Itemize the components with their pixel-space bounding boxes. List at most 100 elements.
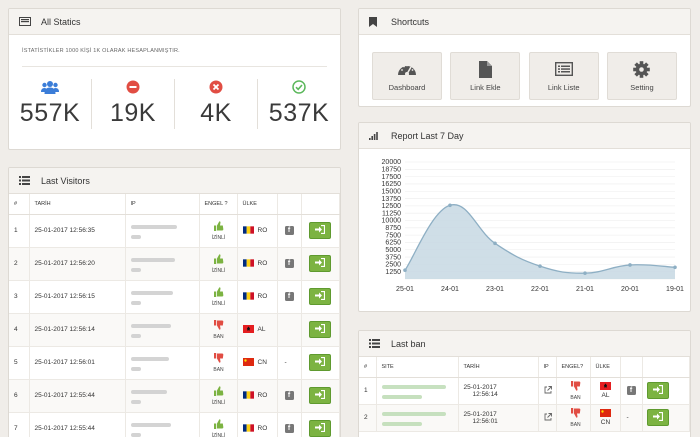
blurred-ip-secondary (130, 234, 141, 239)
status-label: İZİNLİ (211, 399, 226, 406)
country-code: AL (257, 326, 266, 333)
login-action-button[interactable] (308, 222, 331, 239)
col-block: ENGEL ? (199, 194, 238, 215)
visitor-number: 3 (9, 280, 30, 314)
login-action-button[interactable] (308, 288, 331, 305)
ban-site[interactable] (376, 377, 459, 405)
ban-action (642, 404, 690, 432)
visitor-row: 5 25-01-2017 12:56:01 BAN CN - (9, 346, 340, 380)
data-point[interactable] (538, 264, 542, 268)
visitor-country: CN (237, 346, 278, 380)
data-point[interactable] (403, 268, 407, 273)
visitor-block-status: BAN (199, 313, 238, 347)
blurred-ip (130, 224, 177, 229)
visitor-ip (125, 379, 200, 413)
ban-site[interactable] (376, 404, 459, 432)
thumbs-up-icon (213, 220, 224, 233)
y-tick-label: 1250 (385, 269, 401, 276)
setting-button[interactable]: Setting (606, 52, 677, 100)
visitor-row: 2 25-01-2017 12:56:20 İZİNLİ RO f (9, 247, 340, 281)
login-action-button[interactable] (646, 409, 669, 426)
thumbs-down-icon (213, 319, 224, 332)
facebook-icon[interactable]: f (284, 259, 294, 268)
visitor-row: 1 25-01-2017 12:56:35 İZİNLİ RO f (9, 214, 340, 248)
status-label: İZİNLİ (211, 234, 226, 241)
y-tick-label: 20000 (382, 159, 402, 166)
login-action-button[interactable] (308, 255, 331, 272)
facebook-icon[interactable]: f (626, 386, 636, 395)
country-code: RO (257, 260, 268, 267)
blurred-site-link[interactable] (381, 411, 446, 416)
shortcuts-header: Shortcuts (359, 9, 690, 35)
ban-col-action (642, 357, 690, 378)
visitor-date: 25-01-2017 12:56:01 (29, 346, 126, 380)
data-point[interactable] (448, 203, 452, 208)
thumbs-up-icon (213, 253, 224, 266)
stat-allowed: 537K (258, 79, 340, 129)
login-action-button[interactable] (308, 354, 331, 371)
link-liste-button[interactable]: Link Liste (528, 52, 599, 100)
facebook-icon[interactable]: f (284, 391, 294, 400)
dashboard-icon (397, 60, 417, 78)
visitor-row: 6 25-01-2017 12:55:44 İZİNLİ RO f (9, 379, 340, 413)
visitor-action (301, 379, 340, 413)
external-link-icon[interactable] (544, 412, 552, 423)
visitor-number: 4 (9, 313, 30, 347)
dash: - (626, 414, 629, 421)
data-point[interactable] (673, 265, 677, 270)
blurred-ip (130, 323, 171, 328)
data-point[interactable] (493, 241, 497, 246)
visitor-social: f (277, 214, 302, 248)
visitor-number: 7 (9, 412, 30, 437)
y-tick-label: 5000 (385, 247, 401, 254)
ban-number: 1 (359, 377, 377, 405)
x-tick-label: 24-01 (441, 286, 459, 293)
country-code: RO (257, 227, 268, 234)
minus-circle-icon (92, 79, 174, 95)
login-action-button[interactable] (308, 321, 331, 338)
facebook-icon[interactable]: f (284, 292, 294, 301)
blurred-site-link[interactable] (381, 384, 446, 389)
visitors-table: # TARİH IP ENGEL ? ÜLKE 1 25-01-2017 12:5… (9, 194, 340, 437)
login-action-button[interactable] (308, 420, 331, 437)
facebook-icon[interactable]: f (284, 226, 294, 235)
y-tick-label: 6250 (385, 240, 401, 247)
visitor-date: 25-01-2017 12:55:44 (29, 412, 126, 437)
visitor-number: 1 (9, 214, 30, 248)
setting-button-label: Setting (630, 83, 654, 92)
gear-icon (633, 60, 651, 78)
login-action-button[interactable] (308, 387, 331, 404)
stat-total: 557K (9, 79, 92, 129)
last-ban-title: Last ban (391, 338, 426, 349)
country-code: RO (257, 392, 268, 399)
sign-in-icon (314, 422, 325, 434)
visitor-country: RO (237, 280, 278, 314)
report-chart: 1250250037505000625075008750100001125012… (382, 159, 685, 293)
visitor-row: 4 25-01-2017 12:56:14 BAN AL (9, 313, 340, 347)
blurred-site-link-secondary (381, 421, 422, 426)
facebook-icon[interactable]: f (284, 424, 294, 433)
login-action-button[interactable] (646, 382, 669, 399)
statics-note: İSTATİSTİKLER 1000 KİŞİ 1K OLARAK HESAPL… (22, 48, 180, 54)
thumbs-down-icon (570, 380, 581, 393)
ban-action (642, 377, 690, 405)
link-ekle-button[interactable]: Link Ekle (450, 52, 521, 100)
ban-col-ip: IP (538, 357, 557, 378)
flag-icon (242, 291, 254, 302)
blurred-ip (130, 290, 173, 295)
ban-date-time: 12:56:01 (472, 417, 498, 425)
col-social (277, 194, 302, 215)
data-point[interactable] (628, 263, 632, 267)
country-code: CN (257, 359, 267, 366)
data-point[interactable] (583, 271, 587, 275)
external-link-icon[interactable] (544, 385, 552, 396)
sign-in-icon (314, 323, 325, 335)
sign-in-icon (652, 384, 663, 396)
ban-social: f (620, 377, 643, 405)
ban-date-day: 25-01-2017 (463, 410, 497, 418)
ban-col-site: SITE (376, 357, 459, 378)
stat-blocked: 19K (92, 79, 175, 129)
visitor-social: f (277, 412, 302, 437)
country-code: AL (601, 392, 610, 399)
dashboard-button[interactable]: Dashboard (372, 52, 442, 100)
